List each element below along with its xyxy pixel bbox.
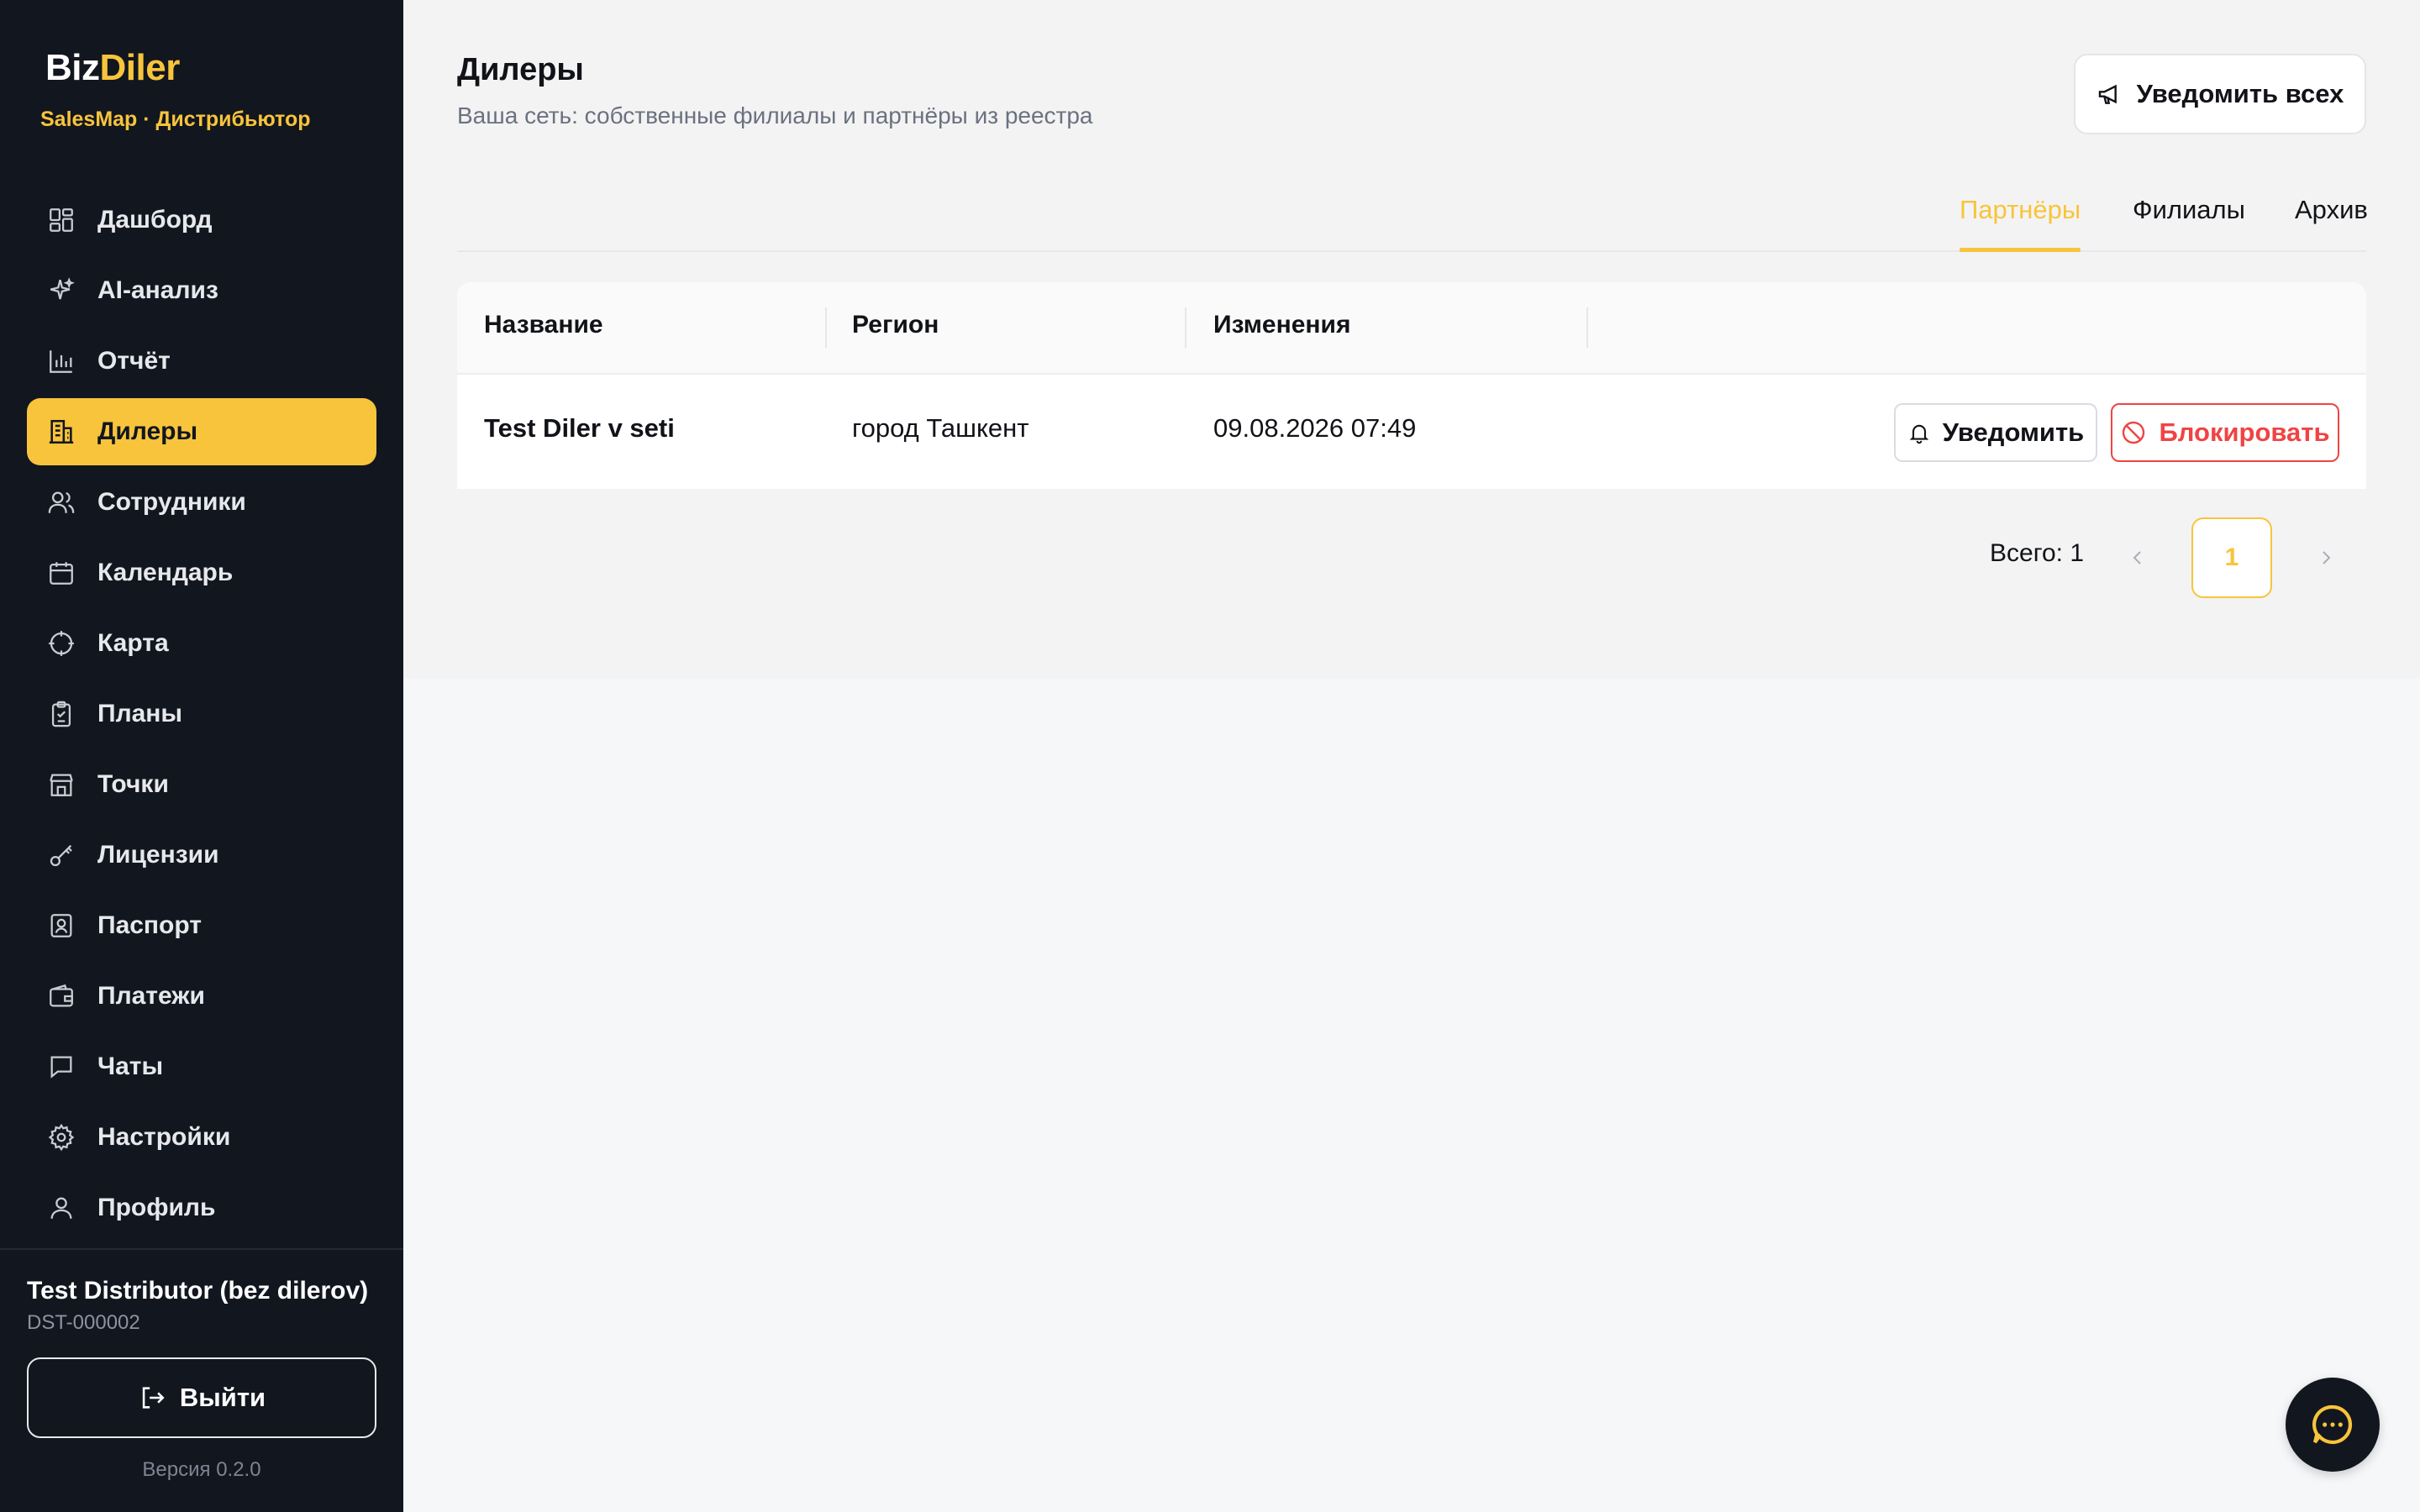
sidebar-divider [0, 1248, 403, 1250]
sidebar-item-employees[interactable]: Сотрудники [27, 469, 376, 536]
sidebar-item-label: Лицензии [97, 841, 219, 869]
sidebar-item-payments[interactable]: Платежи [27, 963, 376, 1030]
page-title: Дилеры [457, 52, 584, 87]
sidebar-item-report[interactable]: Отчёт [27, 328, 376, 395]
notify-dealer-button[interactable]: Уведомить [1894, 403, 2097, 462]
organization-code: DST-000002 [27, 1311, 140, 1334]
gear-icon [47, 1123, 76, 1152]
sidebar-item-label: Карта [97, 629, 169, 657]
app-version: Версия 0.2.0 [142, 1458, 261, 1481]
sidebar-item-label: Планы [97, 700, 183, 727]
tab-archive[interactable]: Архив [2295, 195, 2368, 225]
dealer-name-cell: Test Diler v seti [484, 413, 675, 443]
sidebar-item-label: Календарь [97, 559, 234, 586]
pagination-prev-button[interactable] [2121, 538, 2154, 578]
dealer-region-cell: город Ташкент [852, 413, 1029, 443]
column-divider [1586, 307, 1588, 348]
block-icon [2123, 421, 2145, 444]
sidebar-item-label: Дашборд [97, 206, 213, 234]
wallet-icon [47, 982, 76, 1011]
sidebar-item-label: Точки [97, 770, 169, 798]
sidebar-item-settings[interactable]: Настройки [27, 1104, 376, 1171]
sidebar-item-label: AI-анализ [97, 276, 218, 304]
sidebar-item-calendar[interactable]: Календарь [27, 539, 376, 606]
sidebar-item-label: Чаты [97, 1053, 164, 1080]
sidebar-item-points[interactable]: Точки [27, 751, 376, 818]
sidebar-item-dashboard[interactable]: Дашборд [27, 186, 376, 254]
chevron-right-icon [2323, 551, 2331, 564]
chat-bubble-icon [2312, 1404, 2353, 1445]
sidebar-item-label: Настройки [97, 1123, 231, 1151]
sidebar-item-label: Отчёт [97, 347, 171, 375]
active-tab-indicator [1960, 248, 2081, 252]
brand-part-2: Diler [99, 47, 181, 88]
sidebar-item-chats[interactable]: Чаты [27, 1033, 376, 1100]
sidebar-item-ai-analysis[interactable]: AI-анализ [27, 257, 376, 324]
table-row: Test Diler v seti город Ташкент 09.08.20… [457, 373, 2366, 489]
calendar-icon [47, 559, 76, 587]
sidebar-item-profile[interactable]: Профиль [27, 1174, 376, 1242]
logout-button[interactable]: Выйти [27, 1357, 376, 1438]
sidebar-nav: Дашборд AI-анализ Отчёт Дилеры Сотрудник… [27, 186, 376, 1245]
organization-name: Test Distributor (bez dilerov) [27, 1277, 369, 1305]
brand-logo[interactable]: BizDiler [45, 47, 180, 89]
logout-label: Выйти [179, 1383, 266, 1412]
sidebar-item-label: Платежи [97, 982, 205, 1010]
tab-partners[interactable]: Партнёры [1960, 195, 2081, 225]
sidebar-item-label: Сотрудники [97, 488, 246, 516]
chat-icon [47, 1053, 76, 1081]
sidebar-item-label: Паспорт [97, 911, 202, 939]
bell-icon [1909, 424, 1929, 444]
notify-all-button[interactable]: Уведомить всех [2074, 54, 2366, 134]
support-chat-button[interactable] [2286, 1378, 2380, 1472]
dashboard-icon [47, 206, 76, 234]
pagination-next-button[interactable] [2309, 538, 2343, 578]
brand-subtitle: SalesMap · Дистрибьютор [40, 108, 311, 131]
key-icon [47, 841, 76, 869]
total-count: Всего: 1 [1990, 539, 2085, 567]
sidebar-item-label: Профиль [97, 1194, 216, 1221]
sidebar-item-plans[interactable]: Планы [27, 680, 376, 748]
sidebar-item-map[interactable]: Карта [27, 610, 376, 677]
column-header-name[interactable]: Название [484, 311, 603, 339]
block-dealer-button[interactable]: Блокировать [2111, 403, 2339, 462]
map-target-icon [47, 629, 76, 658]
column-divider [1185, 307, 1186, 348]
pagination-page-current[interactable]: 1 [2191, 517, 2272, 598]
users-icon [47, 488, 76, 517]
column-header-changes[interactable]: Изменения [1213, 311, 1350, 339]
sidebar-item-label: Дилеры [97, 417, 198, 445]
bar-chart-icon [47, 347, 76, 375]
sidebar: BizDiler SalesMap · Дистрибьютор Дашборд… [0, 0, 403, 1512]
sidebar-item-licenses[interactable]: Лицензии [27, 822, 376, 889]
dealer-changed-cell: 09.08.2026 07:49 [1213, 413, 1417, 443]
sidebar-item-dealers[interactable]: Дилеры [27, 398, 376, 465]
dealers-table: Название Регион Изменения Test Diler v s… [457, 282, 2366, 489]
chevron-left-icon [2133, 551, 2141, 564]
block-dealer-label: Блокировать [2159, 417, 2330, 447]
clipboard-icon [47, 700, 76, 728]
store-icon [47, 770, 76, 799]
tab-branches[interactable]: Филиалы [2133, 195, 2245, 225]
user-icon [47, 1194, 76, 1222]
megaphone-icon [2098, 84, 2117, 104]
sparkle-icon [47, 276, 76, 305]
building-icon [47, 417, 76, 446]
notify-all-label: Уведомить всех [2136, 79, 2344, 108]
id-card-icon [47, 911, 76, 940]
column-header-region[interactable]: Регион [852, 311, 939, 339]
page-subtitle: Ваша сеть: собственные филиалы и партнёр… [457, 102, 1093, 129]
brand-part-1: Biz [45, 47, 100, 88]
logout-icon [142, 1387, 165, 1409]
notify-dealer-label: Уведомить [1942, 417, 2085, 447]
table-header: Название Регион Изменения [457, 282, 2366, 373]
column-divider [825, 307, 827, 348]
sidebar-item-passport[interactable]: Паспорт [27, 892, 376, 959]
